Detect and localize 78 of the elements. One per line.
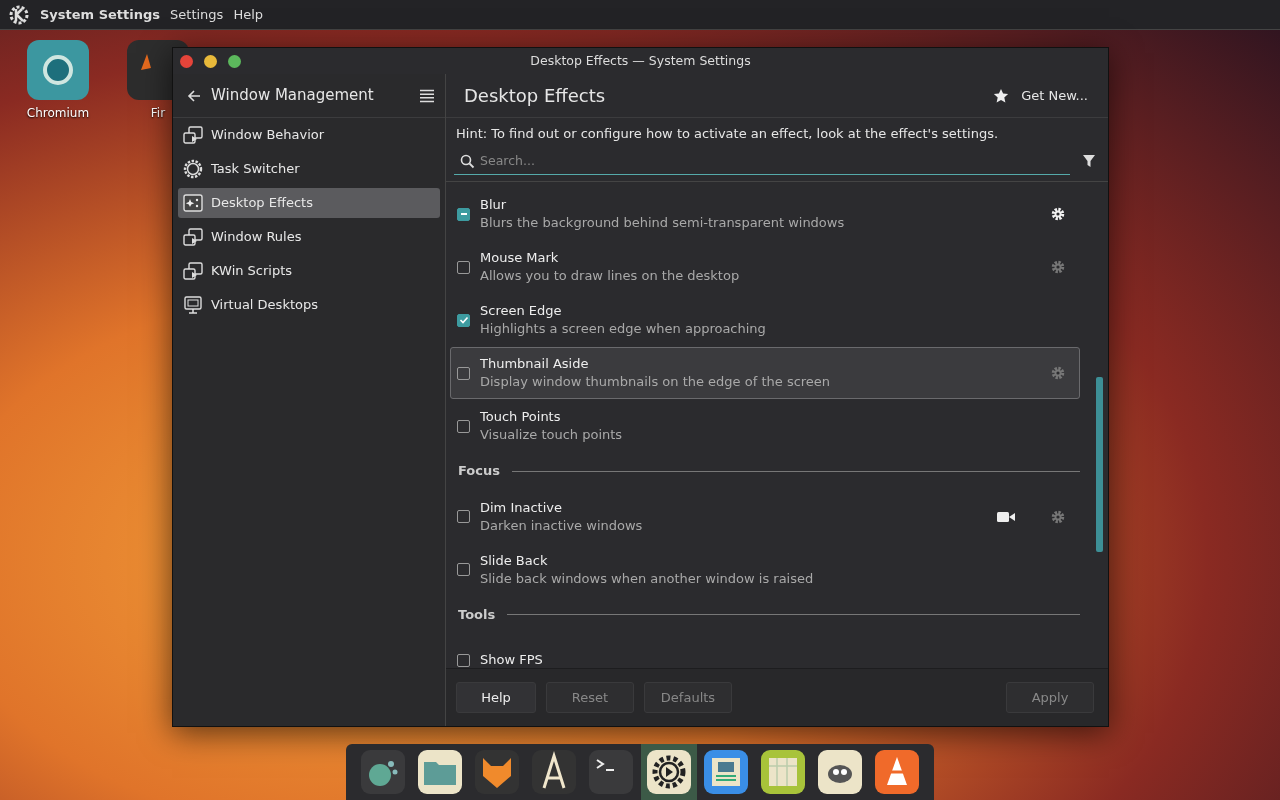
checkbox[interactable] [457, 510, 470, 524]
terminal-icon [589, 750, 634, 794]
kde-gear-icon[interactable] [8, 3, 30, 26]
effect-name: Touch Points [480, 408, 562, 427]
star-icon [993, 87, 1010, 104]
app-icon [360, 750, 405, 794]
section-heading: Focus [458, 462, 500, 481]
sparkle-icon [183, 193, 203, 213]
effect-name: Show FPS [480, 651, 544, 668]
letter-a-icon [532, 750, 577, 794]
effect-description: Blurs the background behind semi-transparent windows [480, 214, 846, 233]
gear-icon [646, 750, 691, 794]
effect-row[interactable]: Slide Back Slide back windows when another window is raised [450, 543, 1080, 596]
sidebar-item[interactable]: Window Rules [178, 222, 440, 252]
menu-icon[interactable] [419, 88, 435, 103]
effect-row[interactable]: Show FPS [450, 634, 1080, 668]
checkbox[interactable] [457, 419, 470, 433]
effect-name: Dim Inactive [480, 498, 563, 517]
gear-icon [183, 159, 203, 179]
checkbox[interactable] [457, 653, 470, 667]
effect-description: Visualize touch points [480, 426, 624, 445]
effect-row[interactable]: Touch Points Visualize touch points [450, 400, 1080, 453]
menu-item[interactable]: Settings [170, 4, 224, 25]
browser-icon[interactable] [27, 40, 89, 100]
sidebar-item[interactable]: KWin Scripts [178, 256, 440, 286]
desktop-icon-label: Chromium [26, 105, 90, 122]
desktop-icon-label: Fir [150, 105, 166, 122]
app-name: System Settings [40, 5, 161, 24]
maximize-button[interactable] [228, 54, 241, 68]
effect-name: Thumbnail Aside [480, 355, 590, 374]
checkbox[interactable] [457, 313, 470, 327]
effect-name: Slide Back [480, 551, 549, 570]
dock-item[interactable] [640, 744, 697, 800]
monitor-icon [183, 295, 203, 315]
window-icon [183, 261, 203, 281]
effect-description: Allows you to draw lines on the desktop [480, 267, 741, 286]
window-icon [183, 227, 203, 247]
effect-row[interactable]: Thumbnail Aside Display window thumbnails on the edge of the screen [450, 347, 1080, 400]
back-arrow-icon[interactable] [187, 88, 201, 103]
checkbox[interactable] [457, 563, 470, 577]
effect-row[interactable]: Mouse Mark Allows you to draw lines on the desktop [450, 241, 1080, 294]
search-field[interactable]: Search... [454, 147, 1070, 176]
minimize-button[interactable] [204, 54, 217, 68]
sidebar-item[interactable]: Task Switcher [178, 154, 440, 184]
traffic-cone-icon [875, 750, 920, 794]
sidebar-item[interactable]: Desktop Effects [178, 188, 440, 218]
document-icon [703, 750, 748, 794]
effect-name: Blur [480, 196, 508, 215]
check-mark-icon [458, 315, 469, 326]
section-heading: Tools [458, 605, 496, 624]
effect-row[interactable]: Blur Blurs the background behind semi-transparent windows [450, 188, 1080, 241]
effect-name: Mouse Mark [480, 249, 560, 268]
checkbox[interactable] [457, 260, 470, 274]
footer-button[interactable]: Help [456, 681, 536, 714]
close-button[interactable] [180, 54, 193, 68]
scrollbar-thumb[interactable] [1096, 377, 1103, 553]
sidebar-title: Window Management [211, 85, 375, 107]
search-icon [460, 153, 475, 169]
effect-row[interactable]: Dim Inactive Darken inactive windows [450, 490, 1080, 543]
sidebar-item[interactable]: Virtual Desktops [178, 290, 440, 320]
menu-item[interactable]: Help [233, 4, 263, 25]
spreadsheet-icon [760, 750, 805, 794]
folder-icon [417, 750, 462, 794]
effect-description: Highlights a screen edge when approaching [480, 320, 767, 339]
page-title: Desktop Effects [464, 84, 607, 108]
window-title: Desktop Effects — System Settings [529, 51, 752, 70]
get-new-button[interactable]: Get New... [991, 81, 1090, 110]
effect-description: Darken inactive windows [480, 516, 644, 535]
effect-row[interactable]: Screen Edge Highlights a screen edge when approaching [450, 294, 1080, 347]
window-icon [183, 125, 203, 145]
filter-icon[interactable] [1082, 154, 1096, 169]
checkbox[interactable] [457, 366, 470, 380]
effect-description: Display window thumbnails on the edge of the screen [480, 373, 832, 392]
sidebar-item[interactable]: Window Behavior [178, 120, 440, 150]
effect-description: Slide back windows when another window is raised [480, 569, 815, 588]
effect-name: Screen Edge [480, 302, 563, 321]
hint-text: Hint: To find out or configure how to activate an effect, look at the effect's settings. [455, 125, 1000, 143]
video-camera-icon[interactable] [997, 510, 1015, 523]
